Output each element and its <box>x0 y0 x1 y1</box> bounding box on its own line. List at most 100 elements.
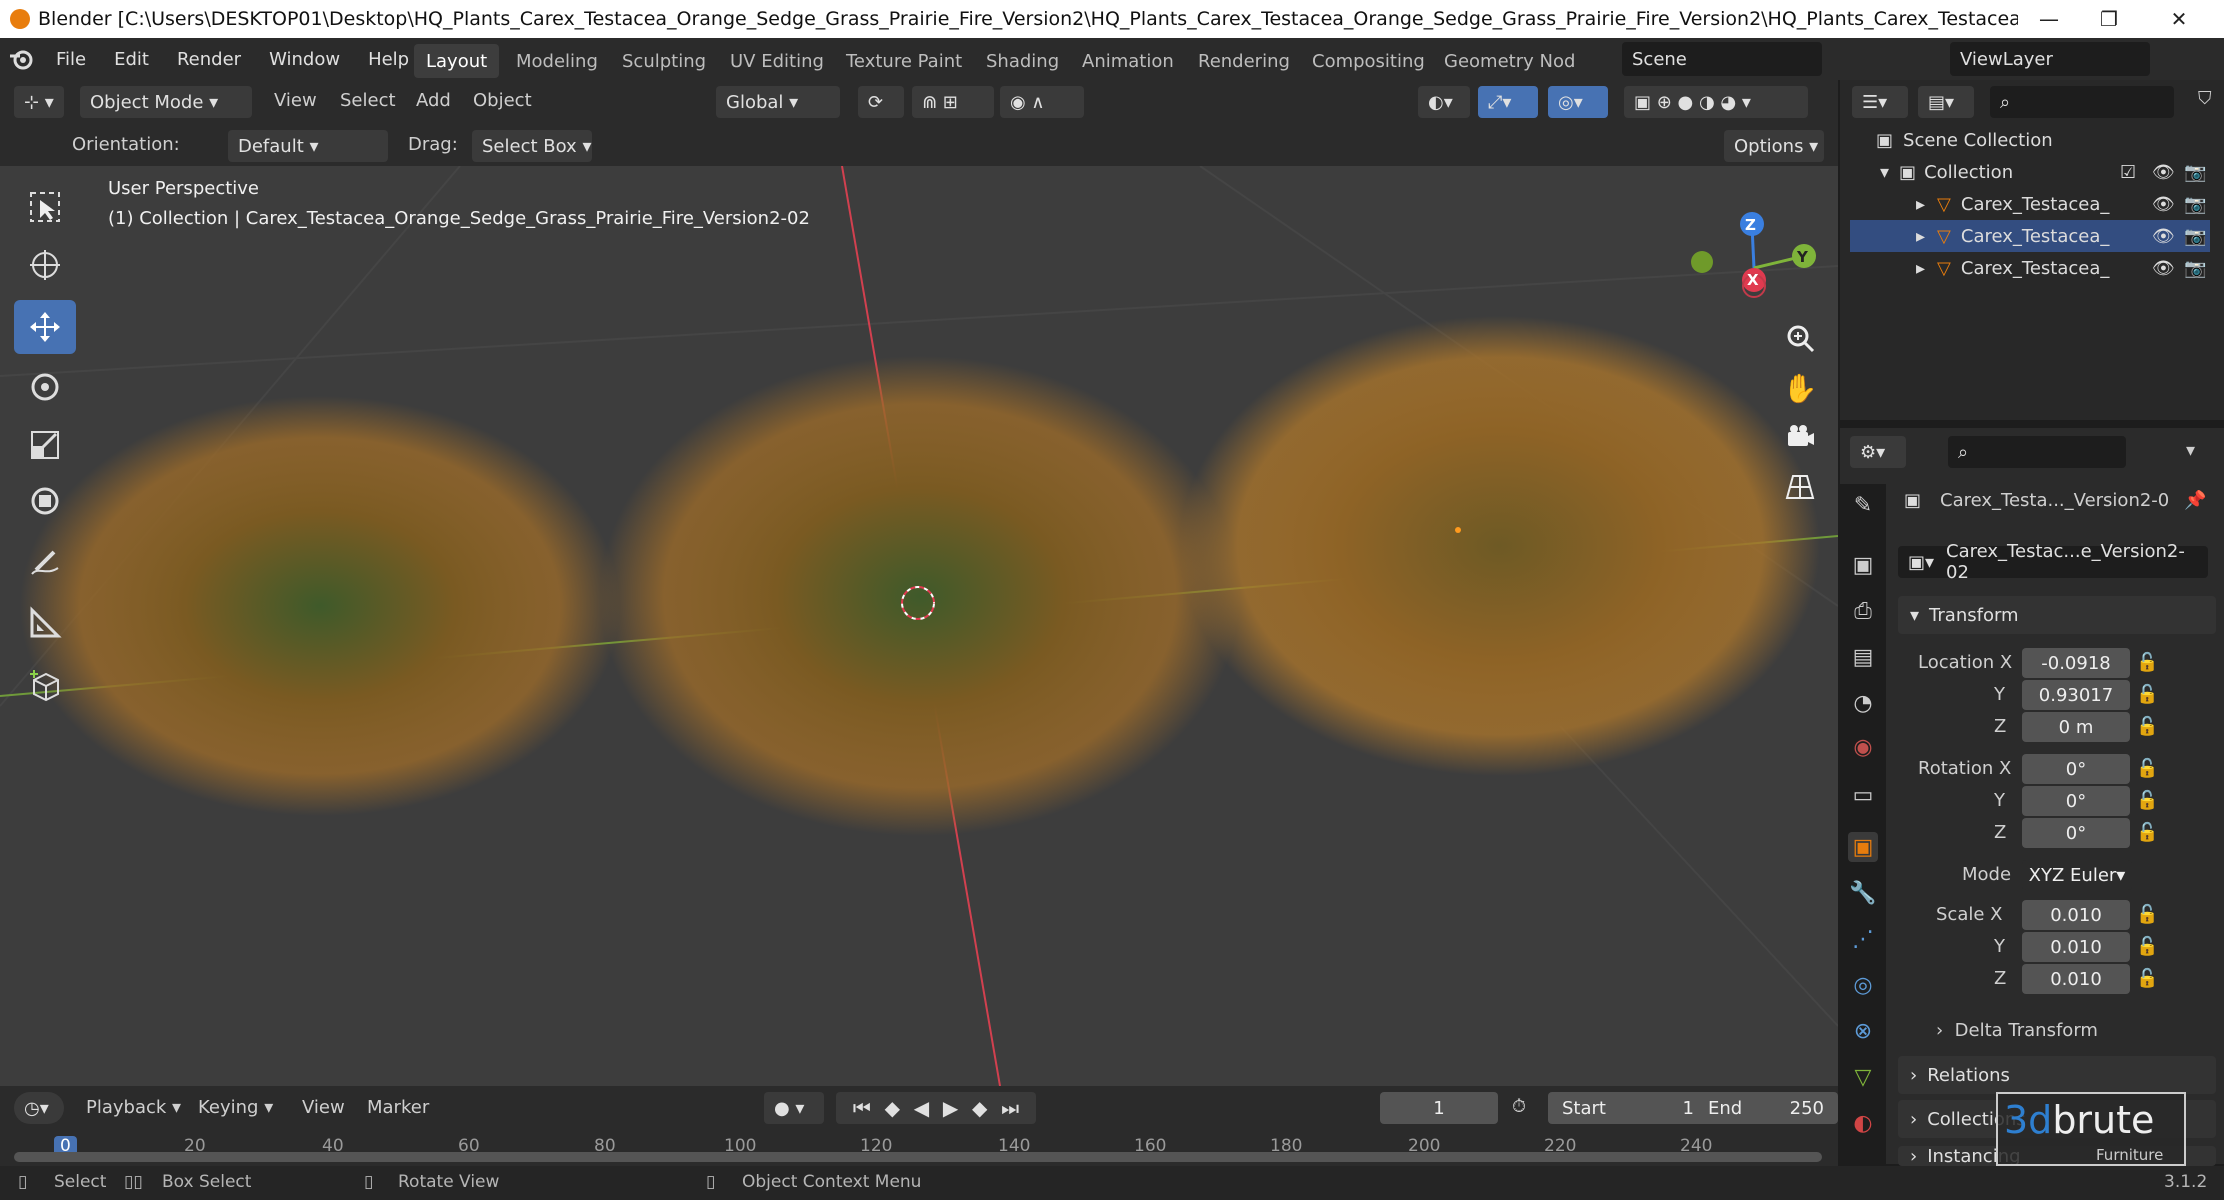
lock-icon[interactable]: 🔓 <box>2136 716 2158 737</box>
menu-help[interactable]: Help <box>354 49 423 70</box>
delta-transform-subpanel[interactable]: › Delta Transform <box>1936 1020 2098 1041</box>
tab-texture-paint[interactable]: Texture Paint <box>834 44 974 78</box>
outliner-search-input[interactable]: ⌕ <box>1990 86 2174 118</box>
grass-clump-left[interactable] <box>20 396 620 816</box>
tab-rendering[interactable]: Rendering <box>1186 44 1302 78</box>
rotation-x-field[interactable]: 0° <box>2022 754 2130 784</box>
timeline-view-menu[interactable]: View <box>302 1097 345 1118</box>
play-icon[interactable]: ▶ <box>943 1096 958 1120</box>
camera-render-icon[interactable]: 📷 <box>2184 258 2206 279</box>
close-button[interactable]: ✕ <box>2150 0 2208 38</box>
physics-tab-icon[interactable]: ◎ <box>1848 970 1878 1000</box>
scene-tab-icon[interactable]: ◔ <box>1848 688 1878 718</box>
menu-select[interactable]: Select <box>340 90 396 111</box>
marker-menu[interactable]: Marker <box>367 1097 429 1118</box>
rotation-y-field[interactable]: 0° <box>2022 786 2130 816</box>
relations-panel-header[interactable]: › Relations <box>1898 1056 2216 1094</box>
properties-editor-type-icon[interactable]: ⚙▾ <box>1850 436 1906 468</box>
ortho-grid-icon[interactable] <box>1776 462 1824 510</box>
rotation-mode-dropdown[interactable]: XYZ Euler ▾ <box>2022 860 2132 890</box>
transform-orientation-dropdown[interactable]: Global ▾ <box>716 86 840 118</box>
play-reverse-icon[interactable]: ◀ <box>914 1096 929 1120</box>
collection-tab-icon[interactable]: ▭ <box>1848 780 1878 810</box>
lock-icon[interactable]: 🔓 <box>2136 904 2158 925</box>
gizmo-toggle-icon[interactable]: ⤢▾ <box>1478 86 1538 118</box>
eye-icon[interactable]: 👁 <box>2152 226 2175 247</box>
chevron-down-icon[interactable]: ▾ <box>2186 440 2195 461</box>
filter-icon[interactable]: ⛉ <box>2198 88 2212 109</box>
object-data-selector[interactable]: ▣▾ Carex_Testac...e_Version2-02 <box>1898 541 2208 583</box>
tab-layout[interactable]: Layout <box>414 44 500 78</box>
lock-icon[interactable]: 🔓 <box>2136 822 2158 843</box>
maximize-button[interactable]: ❐ <box>2080 0 2138 38</box>
particles-tab-icon[interactable]: ⋰ <box>1848 924 1878 954</box>
editor-type-icon[interactable]: ⊹ ▾ <box>14 86 64 118</box>
eye-icon[interactable]: 👁 <box>2152 258 2175 279</box>
render-tab-icon[interactable]: ▣ <box>1848 550 1878 580</box>
pin-icon[interactable]: 📌 <box>2184 490 2206 511</box>
pivot-icon[interactable]: ⟳ <box>858 86 904 118</box>
outliner-collection[interactable]: ▾ ▣ Collection ☑ 👁 📷 <box>1850 156 2206 188</box>
drag-dropdown[interactable]: Select Box ▾ <box>472 130 592 162</box>
options-dropdown[interactable]: Options ▾ <box>1724 130 1824 162</box>
lock-icon[interactable]: 🔓 <box>2136 790 2158 811</box>
eye-icon[interactable]: 👁 <box>2152 194 2175 215</box>
measure-tool-icon[interactable] <box>14 596 76 650</box>
timeline-editor-type-icon[interactable]: ◷▾ <box>14 1092 64 1124</box>
3d-viewport[interactable]: User Perspective (1) Collection | Carex_… <box>0 166 1838 1086</box>
outliner-scene-collection[interactable]: ▣ Scene Collection <box>1850 124 2053 156</box>
overlay-toggle-icon[interactable]: ◎▾ <box>1548 86 1608 118</box>
outliner-display-mode-icon[interactable]: ▤▾ <box>1918 86 1974 118</box>
tab-geometry-nodes[interactable]: Geometry Nod <box>1432 44 1587 78</box>
current-frame-field[interactable]: 1 <box>1380 1092 1498 1124</box>
viewlayer-selector[interactable]: ViewLayer <box>1950 42 2150 76</box>
keying-menu[interactable]: Keying ▾ <box>198 1097 273 1118</box>
scene-selector[interactable]: Scene <box>1622 42 1822 76</box>
cursor-tool-icon[interactable] <box>14 238 76 292</box>
lock-icon[interactable]: 🔓 <box>2136 936 2158 957</box>
proportional-edit-icon[interactable]: ◉ ∧ <box>1000 86 1084 118</box>
location-y-field[interactable]: 0.93017 <box>2022 680 2130 710</box>
rotate-tool-icon[interactable] <box>14 360 76 414</box>
scale-tool-icon[interactable] <box>14 418 76 472</box>
transform-panel-header[interactable]: ▾ Transform <box>1898 596 2216 634</box>
object-mode-dropdown[interactable]: Object Mode ▾ <box>80 86 252 118</box>
playback-menu[interactable]: Playback ▾ <box>86 1097 181 1118</box>
pan-hand-icon[interactable]: ✋ <box>1776 364 1824 412</box>
lock-icon[interactable]: 🔓 <box>2136 758 2158 779</box>
grass-clump-center[interactable] <box>600 356 1240 836</box>
move-tool-icon[interactable] <box>14 300 76 354</box>
material-tab-icon[interactable]: ◐ <box>1848 1108 1878 1138</box>
scale-y-field[interactable]: 0.010 <box>2022 932 2130 962</box>
annotate-tool-icon[interactable] <box>14 536 76 590</box>
select-box-tool-icon[interactable] <box>14 180 76 234</box>
menu-file[interactable]: File <box>42 49 100 70</box>
add-cube-tool-icon[interactable] <box>14 658 76 712</box>
location-z-field[interactable]: 0 m <box>2022 712 2130 742</box>
next-keyframe-icon[interactable]: ◆ <box>972 1096 987 1120</box>
view-layer-tab-icon[interactable]: ▤ <box>1848 642 1878 672</box>
grass-clump-right[interactable] <box>1180 316 1820 776</box>
tool-tab-icon[interactable]: ✎ <box>1848 490 1878 520</box>
camera-render-icon[interactable]: 📷 <box>2184 162 2206 183</box>
outliner-object-2[interactable]: ▸ ▽ Carex_Testacea_ 👁 📷 <box>1850 220 2210 252</box>
modifier-tab-icon[interactable]: 🔧 <box>1848 878 1878 908</box>
world-tab-icon[interactable]: ◉ <box>1848 732 1878 762</box>
location-x-field[interactable]: -0.0918 <box>2022 648 2130 678</box>
tab-uv-editing[interactable]: UV Editing <box>718 44 836 78</box>
lock-icon[interactable]: 🔓 <box>2136 968 2158 989</box>
minimize-button[interactable]: — <box>2020 0 2078 38</box>
tab-compositing[interactable]: Compositing <box>1300 44 1437 78</box>
menu-window[interactable]: Window <box>255 49 354 70</box>
visibility-icon[interactable]: ◐▾ <box>1418 86 1470 118</box>
orientation-dropdown[interactable]: Default ▾ <box>228 130 388 162</box>
prev-keyframe-icon[interactable]: ◆ <box>885 1096 900 1120</box>
tab-shading[interactable]: Shading <box>974 44 1071 78</box>
stopwatch-icon[interactable]: ⏱ <box>1512 1096 1526 1117</box>
eye-icon[interactable]: 👁 <box>2152 162 2175 183</box>
end-frame-field[interactable]: End 250 <box>1694 1092 1838 1124</box>
tab-animation[interactable]: Animation <box>1070 44 1186 78</box>
outliner-object-3[interactable]: ▸ ▽ Carex_Testacea_ 👁 📷 <box>1850 252 2206 284</box>
menu-render[interactable]: Render <box>163 49 255 70</box>
camera-render-icon[interactable]: 📷 <box>2184 194 2206 215</box>
